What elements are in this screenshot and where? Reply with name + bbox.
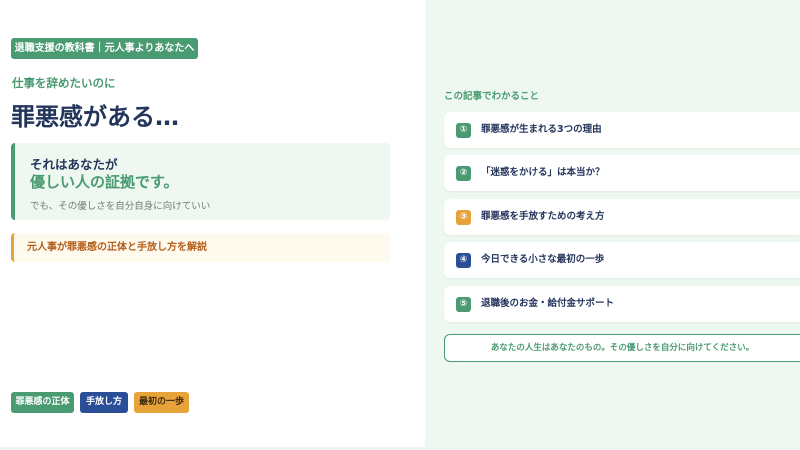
toc-item[interactable]: ⑤ 退職後のお金・給付金サポート [444, 286, 800, 322]
toc-heading: この記事でわかること [444, 91, 540, 102]
number-badge: ④ [456, 253, 471, 268]
message-line-3: でも、その優しさを自分自身に向けていい [30, 201, 211, 212]
header-badge: 退職支援の教科書｜元人事よりあなたへ [11, 38, 198, 59]
toc-item[interactable]: ② 「迷惑をかける」は本当か？ [444, 155, 800, 191]
toc-item-label: 退職後のお金・給付金サポート [481, 298, 615, 309]
number-badge: ② [456, 166, 471, 181]
closing-message: あなたの人生はあなたのもの。その優しさを自分に向けてください。 [444, 334, 800, 362]
tag-guilt-identity: 罪悪感の正体 [11, 392, 74, 413]
toc-item-label: 罪悪感を手放すための考え方 [481, 211, 605, 222]
page-title: 罪悪感がある… [11, 103, 179, 131]
tag-first-step: 最初の一歩 [134, 392, 189, 413]
number-badge: ⑤ [456, 297, 471, 312]
toc-item[interactable]: ① 罪悪感が生まれる3つの理由 [444, 112, 800, 148]
hero-panel: 退職支援の教科書｜元人事よりあなたへ 仕事を辞めたいのに 罪悪感がある… それは… [0, 0, 425, 450]
toc-item[interactable]: ③ 罪悪感を手放すための考え方 [444, 199, 800, 235]
lead-text: 仕事を辞めたいのに [12, 76, 116, 90]
toc-item-label: 今日できる小さな最初の一歩 [481, 254, 605, 265]
toc-item-label: 「迷惑をかける」は本当か？ [481, 167, 605, 178]
toc-item-label: 罪悪感が生まれる3つの理由 [481, 124, 602, 135]
notice-box: 元人事が罪悪感の正体と手放し方を解説 [11, 233, 390, 262]
number-badge: ③ [456, 210, 471, 225]
tag-letting-go: 手放し方 [80, 392, 128, 413]
number-badge: ① [456, 123, 471, 138]
message-box: それはあなたが 優しい人の証拠です。 でも、その優しさを自分自身に向けていい [11, 143, 390, 220]
message-line-2: 優しい人の証拠です。 [30, 173, 179, 191]
toc-item[interactable]: ④ 今日できる小さな最初の一歩 [444, 242, 800, 278]
